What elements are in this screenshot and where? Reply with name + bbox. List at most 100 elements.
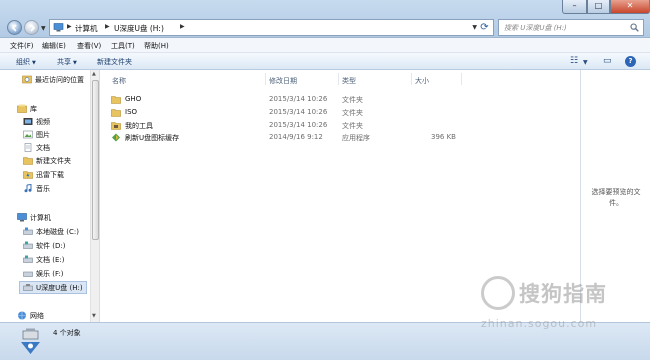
sidebar-item-label: 软件 (D:) [36,242,66,250]
close-button[interactable]: ✕ [610,0,650,14]
sidebar-item-new-folder[interactable]: 新建文件夹 [23,155,83,167]
minimize-button[interactable]: – [562,0,587,14]
sidebar-item-thunder-download[interactable]: 迅雷下载 [23,169,83,181]
menu-edit[interactable]: 编辑(E) [42,41,66,51]
file-type: 文件夹 [342,122,363,130]
navigation-pane: 最近访问的位置 库 视频 图片 文档 新建文件夹 迅雷下载 音乐 计算机 本地磁… [0,70,100,322]
search-input[interactable] [504,22,624,34]
sidebar-item-label: 库 [30,105,37,113]
organize-label: 组织 [16,58,30,66]
breadcrumb-separator-icon[interactable]: ▶ [180,23,185,30]
column-header-name[interactable]: 名称 [112,76,126,86]
item-count: 4 个对象 [53,329,81,337]
sidebar-item-computer[interactable]: 计算机 [17,212,83,224]
sogou-logo-icon [481,276,515,310]
new-folder-button[interactable]: 新建文件夹 [97,57,132,67]
forward-button[interactable] [24,20,39,35]
share-button[interactable]: 共享 ▼ [57,57,77,67]
sidebar-item-pictures[interactable]: 图片 [23,129,83,141]
breadcrumb-computer[interactable]: 计算机 [75,23,98,34]
sidebar-item-label: 迅雷下载 [36,171,64,179]
preview-pane-icon[interactable]: ▭ [603,56,612,66]
file-name: 刷新U盘图标缓存 [125,134,180,142]
file-date: 2015/3/14 10:26 [269,108,328,116]
sidebar-item-usb-drive-h[interactable]: U深度U盘 (H:) [19,281,87,294]
address-bar[interactable]: ▶ 计算机 ▶ U深度U盘 (H:) ▶ ▼ ⟳ [49,19,494,36]
sidebar-item-recent-places[interactable]: 最近访问的位置 [22,74,88,86]
file-row[interactable]: GHO 2015/3/14 10:26 文件夹 [111,94,471,106]
scroll-down-icon[interactable]: ▼ [92,313,96,319]
file-row[interactable]: ISO 2015/3/14 10:26 文件夹 [111,107,471,119]
computer-icon [53,23,64,32]
breadcrumb-usb-drive[interactable]: U深度U盘 (H:) [114,23,164,34]
column-header-size[interactable]: 大小 [415,76,429,86]
column-divider[interactable] [461,73,462,85]
help-icon[interactable]: ? [625,56,636,67]
sidebar-item-label: 网络 [30,312,44,320]
file-name: ISO [125,108,138,116]
menu-tools[interactable]: 工具(T) [111,41,135,51]
folder-icon [23,157,33,165]
computer-icon [17,213,27,222]
file-row[interactable]: 刷新U盘图标缓存 2014/9/16 9:12 应用程序 396 KB [111,132,471,144]
video-library-icon [23,118,33,125]
column-divider[interactable] [338,73,339,85]
file-row[interactable]: 我的工具 2015/3/14 10:26 文件夹 [111,120,471,132]
column-header-type[interactable]: 类型 [342,76,356,86]
maximize-button[interactable]: □ [587,0,610,14]
scroll-up-icon[interactable]: ▲ [92,71,96,77]
sidebar-item-videos[interactable]: 视频 [23,116,83,128]
file-type: 文件夹 [342,109,363,117]
sidebar-item-label: 本地磁盘 (C:) [36,228,79,236]
share-label: 共享 [57,58,71,66]
tools-folder-icon [111,122,121,130]
menu-help[interactable]: 帮助(H) [144,41,169,51]
menu-file[interactable]: 文件(F) [10,41,34,51]
sidebar-item-drive-e[interactable]: 文档 (E:) [23,254,83,266]
menu-view[interactable]: 查看(V) [77,41,101,51]
sidebar-item-label: 最近访问的位置 [35,76,84,84]
organize-button[interactable]: 组织 ▼ [16,57,36,67]
sidebar-item-drive-d[interactable]: 软件 (D:) [23,240,83,252]
refresh-icon[interactable]: ⟳ [478,21,491,34]
address-history-dropdown-icon[interactable]: ▼ [472,24,477,31]
documents-library-icon [24,143,32,152]
pictures-library-icon [23,130,33,139]
explorer-window: ▼ ▶ 计算机 ▶ U深度U盘 (H:) ▶ ▼ ⟳ – □ ✕ [0,0,650,360]
file-type: 应用程序 [342,134,370,142]
usb-drive-icon [23,284,33,291]
file-name: 我的工具 [125,122,153,130]
menu-bar: 文件(F) 编辑(E) 查看(V) 工具(T) 帮助(H) [0,38,650,53]
sidebar-item-label: U深度U盘 (H:) [36,284,83,292]
file-type: 文件夹 [342,96,363,104]
column-header-date[interactable]: 修改日期 [269,76,297,86]
sidebar-item-library[interactable]: 库 [17,103,83,115]
column-divider[interactable] [411,73,412,85]
view-options-icon[interactable]: ☷ [570,56,578,66]
sidebar-item-label: 图片 [36,131,50,139]
file-size: 396 KB [431,133,456,141]
library-icon [17,104,27,113]
column-divider[interactable] [265,73,266,85]
sidebar-item-drive-c[interactable]: 本地磁盘 (C:) [23,226,83,238]
sidebar-item-music[interactable]: 音乐 [23,183,83,195]
breadcrumb-separator-icon[interactable]: ▶ [67,23,72,30]
recent-pages-dropdown-icon[interactable]: ▼ [41,25,46,32]
sidebar-item-label: 计算机 [30,214,51,222]
command-bar: 组织 ▼ 共享 ▼ 新建文件夹 ☷ ▼ ▭ ? [0,53,650,70]
sidebar-item-network[interactable]: 网络 [17,310,83,322]
search-box[interactable] [498,19,644,36]
view-options-dropdown-icon[interactable]: ▼ [583,59,588,66]
sidebar-item-drive-f[interactable]: 娱乐 (F:) [23,268,83,280]
watermark-url: zhinan.sogou.com [481,317,598,330]
window-controls: – □ ✕ [562,0,650,15]
drive-icon [23,241,33,249]
breadcrumb-separator-icon[interactable]: ▶ [105,23,110,30]
scrollbar-thumb[interactable] [92,80,99,240]
sidebar-item-documents[interactable]: 文档 [23,142,83,154]
drive-icon [23,255,33,263]
navigation-scrollbar[interactable]: ▲ ▼ [90,70,99,322]
preview-placeholder-text: 选择要预览的文件。 [591,188,641,207]
back-button[interactable] [7,20,22,35]
search-icon[interactable] [630,23,639,32]
